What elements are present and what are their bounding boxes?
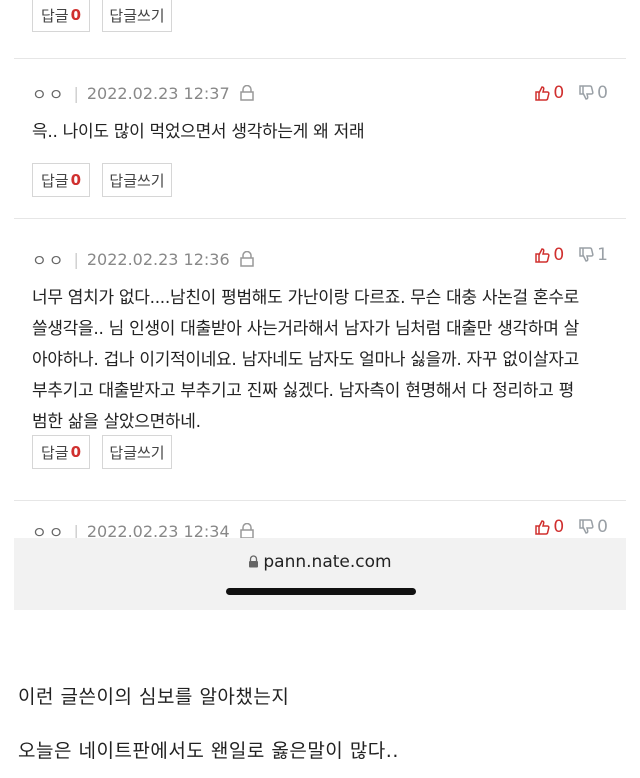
comment-author[interactable]: ㅇㅇ: [32, 81, 65, 105]
lock-icon: [239, 85, 254, 101]
address-url[interactable]: pann.nate.com: [14, 552, 626, 572]
thumbs-up-icon: [535, 248, 550, 263]
dislike-button[interactable]: 0: [578, 83, 608, 103]
comment-date: 2022.02.23 12:36: [86, 249, 230, 269]
comment-meta: ㅇㅇ | 2022.02.23 12:37: [32, 81, 254, 105]
prev-comment-buttons: 답글 0 답글쓰기: [32, 0, 184, 32]
meta-divider: |: [73, 249, 79, 269]
dislike-count: 0: [597, 517, 608, 537]
comment-line: 범한 삶을 살았으면하네.: [32, 412, 201, 432]
thumbs-down-icon: [579, 85, 594, 100]
comment-buttons: 답글 0 답글쓰기: [32, 163, 184, 197]
like-count: 0: [553, 517, 565, 537]
comment-body: 너무 염치가 없다....남친이 평범해도 가난이랑 다르죠. 무슨 대충 사논…: [32, 283, 608, 438]
screenshot-area: 답글 0 답글쓰기 ㅇㅇ | 2022.02.23 12:37 0 0 윽.. 나…: [14, 0, 626, 610]
reply-count: 0: [70, 443, 82, 461]
comment-votes: 0 0: [520, 517, 608, 537]
caption-line: 오늘은 네이트판에서도 왠일로 옳은말이 많다..: [18, 740, 399, 762]
comment-votes: 0 0: [520, 83, 608, 103]
reply-button[interactable]: 답글 0: [32, 163, 90, 197]
comment: ㅇㅇ | 2022.02.23 12:34 0 0: [14, 500, 626, 542]
comment-line: 부추기고 대출받자고 부추기고 진짜 싫겠다. 남자측이 현명해서 다 정리하고…: [32, 381, 574, 401]
comment-line: 쓸생각을.. 님 인생이 대출받아 사는거라해서 남자가 님처럼 대출만 생각하…: [32, 319, 580, 339]
dislike-count: 1: [597, 245, 608, 265]
like-count: 0: [553, 245, 565, 265]
comment-buttons: 답글 0 답글쓰기: [32, 435, 184, 469]
comment: ㅇㅇ | 2022.02.23 12:37 0 0 윽.. 나이도 많이 먹었으…: [14, 58, 626, 219]
dislike-button[interactable]: 0: [578, 517, 608, 537]
reply-count: 0: [70, 6, 82, 24]
like-button[interactable]: 0: [534, 83, 564, 103]
home-indicator[interactable]: [226, 588, 416, 595]
thumbs-down-icon: [579, 519, 594, 534]
comment-line: 너무 염치가 없다....남친이 평범해도 가난이랑 다르죠. 무슨 대충 사논…: [32, 288, 579, 308]
comment-author[interactable]: ㅇㅇ: [32, 247, 65, 271]
comment-line: 윽.. 나이도 많이 먹었으면서 생각하는게 왜 저래: [32, 122, 365, 142]
dislike-button[interactable]: 1: [578, 245, 608, 265]
comment-meta: ㅇㅇ | 2022.02.23 12:36: [32, 247, 254, 271]
meta-divider: |: [73, 83, 79, 103]
comment-date: 2022.02.23 12:37: [86, 83, 230, 103]
like-button[interactable]: 0: [534, 517, 564, 537]
reply-label: 답글: [40, 6, 69, 25]
reply-label: 답글: [40, 443, 69, 462]
url-text: pann.nate.com: [263, 552, 392, 572]
lock-icon: [239, 251, 254, 267]
thumbs-up-icon: [535, 86, 550, 101]
lock-icon: [249, 555, 259, 568]
like-button[interactable]: 0: [534, 245, 564, 265]
thumbs-down-icon: [579, 247, 594, 262]
browser-address-bar[interactable]: pann.nate.com: [14, 538, 626, 610]
comment-votes: 0 1: [520, 245, 608, 265]
lock-icon: [239, 523, 254, 539]
reply-button[interactable]: 답글 0: [32, 0, 90, 32]
write-reply-button[interactable]: 답글쓰기: [102, 163, 172, 197]
comment-body: 윽.. 나이도 많이 먹었으면서 생각하는게 왜 저래: [32, 117, 608, 148]
like-count: 0: [553, 83, 565, 103]
reply-label: 답글: [40, 171, 69, 190]
thumbs-up-icon: [535, 520, 550, 535]
dislike-count: 0: [597, 83, 608, 103]
write-reply-button[interactable]: 답글쓰기: [102, 435, 172, 469]
caption-line: 이런 글쓴이의 심보를 알아챘는지: [18, 686, 290, 708]
write-reply-button[interactable]: 답글쓰기: [102, 0, 172, 32]
reply-count: 0: [70, 171, 82, 189]
comment-line: 아야하나. 겁나 이기적이네요. 남자네도 남자도 얼마나 싫을까. 자꾸 없이…: [32, 350, 580, 370]
reply-button[interactable]: 답글 0: [32, 435, 90, 469]
comment: ㅇㅇ | 2022.02.23 12:36 0 1 너무 염치가 없다....남…: [14, 218, 626, 501]
